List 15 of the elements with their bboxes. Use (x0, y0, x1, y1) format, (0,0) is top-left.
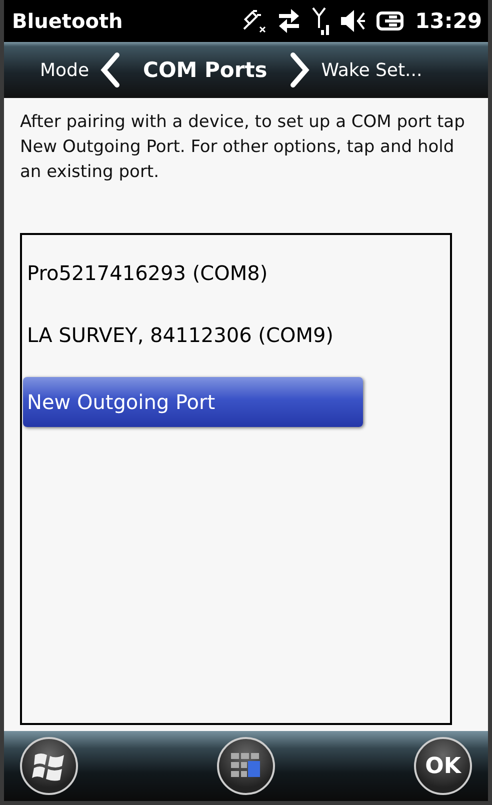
ok-button[interactable]: OK (414, 737, 472, 795)
previous-tab[interactable]: Mode (40, 60, 90, 80)
app-title: Bluetooth (12, 9, 123, 33)
current-tab[interactable]: COM Ports (131, 58, 280, 82)
chevron-right-icon[interactable] (289, 52, 312, 88)
keyboard-grid-icon (231, 753, 261, 779)
chevron-left-icon[interactable] (99, 52, 122, 88)
clock: 13:29 (415, 9, 482, 33)
signal-icon[interactable] (311, 6, 332, 36)
speaker-muted-icon[interactable] (339, 8, 368, 34)
port-list-item[interactable]: New Outgoing Port (23, 377, 363, 427)
next-tab[interactable]: Wake Set... (321, 60, 422, 80)
instructions-text: After pairing with a device, to set up a COM port tap New Outgoing Port. For other options, tap and hold an existing port. (20, 111, 466, 184)
port-list-item[interactable]: LA SURVEY, 84112306 (COM9) (23, 315, 363, 355)
port-list-item[interactable]: Pro5217416293 (COM8) (23, 253, 363, 293)
